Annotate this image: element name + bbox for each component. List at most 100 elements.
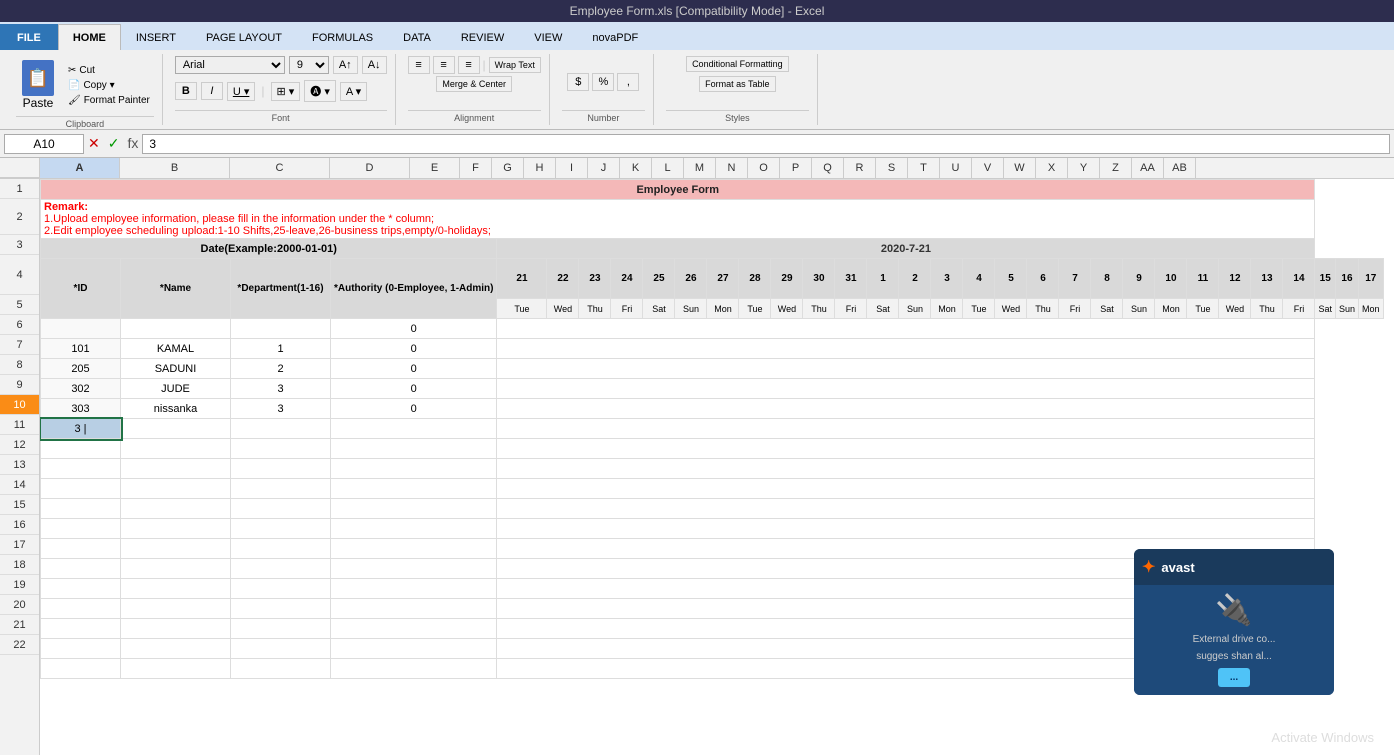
saduni-id[interactable]: 205 [41,359,121,379]
fill-color-button[interactable]: 🅐 ▾ [304,80,336,102]
kamal-name[interactable]: KAMAL [121,339,231,359]
conditional-formatting-button[interactable]: Conditional Formatting [686,56,789,72]
active-cell[interactable]: 3 | [41,419,121,439]
row-num-20[interactable]: 20 [0,595,39,615]
row-num-2[interactable]: 2 [0,199,39,235]
cut-button[interactable]: ✂ Cut [64,64,154,77]
tab-view[interactable]: VIEW [519,24,577,50]
tab-novapdf[interactable]: novaPDF [577,24,653,50]
jude-auth[interactable]: 0 [331,379,497,399]
col-header-b[interactable]: B [120,158,230,178]
cell-reference-box[interactable]: A10 [4,134,84,154]
cancel-icon[interactable]: ✕ [88,135,100,152]
col-header-y[interactable]: Y [1068,158,1100,178]
align-right-button[interactable]: ≡ [458,56,480,74]
percent-button[interactable]: % [592,73,614,91]
row-num-9[interactable]: 9 [0,375,39,395]
row-num-19[interactable]: 19 [0,575,39,595]
col-header-o[interactable]: O [748,158,780,178]
col-header-x[interactable]: X [1036,158,1068,178]
col-header-u[interactable]: U [940,158,972,178]
row-num-17[interactable]: 17 [0,535,39,555]
row-num-6[interactable]: 6 [0,315,39,335]
row-num-14[interactable]: 14 [0,475,39,495]
col-header-e[interactable]: E [410,158,460,178]
col-header-n[interactable]: N [716,158,748,178]
active-c[interactable] [231,419,331,439]
col-header-t[interactable]: T [908,158,940,178]
col-header-q[interactable]: Q [812,158,844,178]
dollar-button[interactable]: $ [567,73,589,91]
border-button[interactable]: ⊞ ▾ [271,82,301,101]
row-num-21[interactable]: 21 [0,615,39,635]
confirm-icon[interactable]: ✓ [108,135,120,152]
tab-home[interactable]: HOME [58,24,121,50]
comma-button[interactable]: , [617,73,639,91]
row-num-16[interactable]: 16 [0,515,39,535]
jude-name[interactable]: JUDE [121,379,231,399]
function-icon[interactable]: fx [127,135,138,152]
col-header-k[interactable]: K [620,158,652,178]
row-num-12[interactable]: 12 [0,435,39,455]
col-header-g[interactable]: G [492,158,524,178]
nissanka-name[interactable]: nissanka [121,399,231,419]
col-header-ab[interactable]: AB [1164,158,1196,178]
font-name-select[interactable]: Arial [175,56,285,74]
row-num-5[interactable]: 5 [0,295,39,315]
row-num-18[interactable]: 18 [0,555,39,575]
kamal-auth[interactable]: 0 [331,339,497,359]
col-header-aa[interactable]: AA [1132,158,1164,178]
col-header-m[interactable]: M [684,158,716,178]
emp-empty-name[interactable] [121,319,231,339]
kamal-dept[interactable]: 1 [231,339,331,359]
row-num-10[interactable]: 10 [0,395,39,415]
wrap-text-button[interactable]: Wrap Text [489,57,541,73]
row-num-7[interactable]: 7 [0,335,39,355]
copy-button[interactable]: 📄 Copy ▾ [64,79,154,92]
emp-empty-id[interactable] [41,319,121,339]
formula-input[interactable] [142,134,1390,154]
paste-button[interactable]: 📋 Paste [16,56,60,114]
col-header-s[interactable]: S [876,158,908,178]
merge-center-button[interactable]: Merge & Center [436,76,512,92]
tab-review[interactable]: REVIEW [446,24,519,50]
row-num-15[interactable]: 15 [0,495,39,515]
kamal-id[interactable]: 101 [41,339,121,359]
col-header-v[interactable]: V [972,158,1004,178]
col-header-c[interactable]: C [230,158,330,178]
row-num-22[interactable]: 22 [0,635,39,655]
format-painter-button[interactable]: 🖌 Format Painter [64,94,154,107]
align-center-button[interactable]: ≡ [433,56,455,74]
col-header-r[interactable]: R [844,158,876,178]
jude-dept[interactable]: 3 [231,379,331,399]
emp-empty-auth[interactable]: 0 [331,319,497,339]
col-header-z[interactable]: Z [1100,158,1132,178]
row-num-3[interactable]: 3 [0,235,39,255]
emp-empty-dept[interactable] [231,319,331,339]
saduni-dept[interactable]: 2 [231,359,331,379]
row-num-11[interactable]: 11 [0,415,39,435]
font-color-button[interactable]: A ▾ [340,82,367,101]
col-header-j[interactable]: J [588,158,620,178]
col-header-f[interactable]: F [460,158,492,178]
decrease-font-button[interactable]: A↓ [362,56,387,74]
tab-formulas[interactable]: FORMULAS [297,24,388,50]
font-size-select[interactable]: 9 [289,56,329,74]
tab-data[interactable]: DATA [388,24,446,50]
col-header-h[interactable]: H [524,158,556,178]
underline-button[interactable]: U ▾ [227,82,256,101]
saduni-auth[interactable]: 0 [331,359,497,379]
nissanka-id[interactable]: 303 [41,399,121,419]
row-num-8[interactable]: 8 [0,355,39,375]
row-num-13[interactable]: 13 [0,455,39,475]
col-header-d[interactable]: D [330,158,410,178]
nissanka-auth[interactable]: 0 [331,399,497,419]
col-header-w[interactable]: W [1004,158,1036,178]
jude-id[interactable]: 302 [41,379,121,399]
increase-font-button[interactable]: A↑ [333,56,358,74]
col-header-l[interactable]: L [652,158,684,178]
col-header-p[interactable]: P [780,158,812,178]
bold-button[interactable]: B [175,82,197,100]
row-num-4[interactable]: 4 [0,255,39,295]
italic-button[interactable]: I [201,82,223,100]
